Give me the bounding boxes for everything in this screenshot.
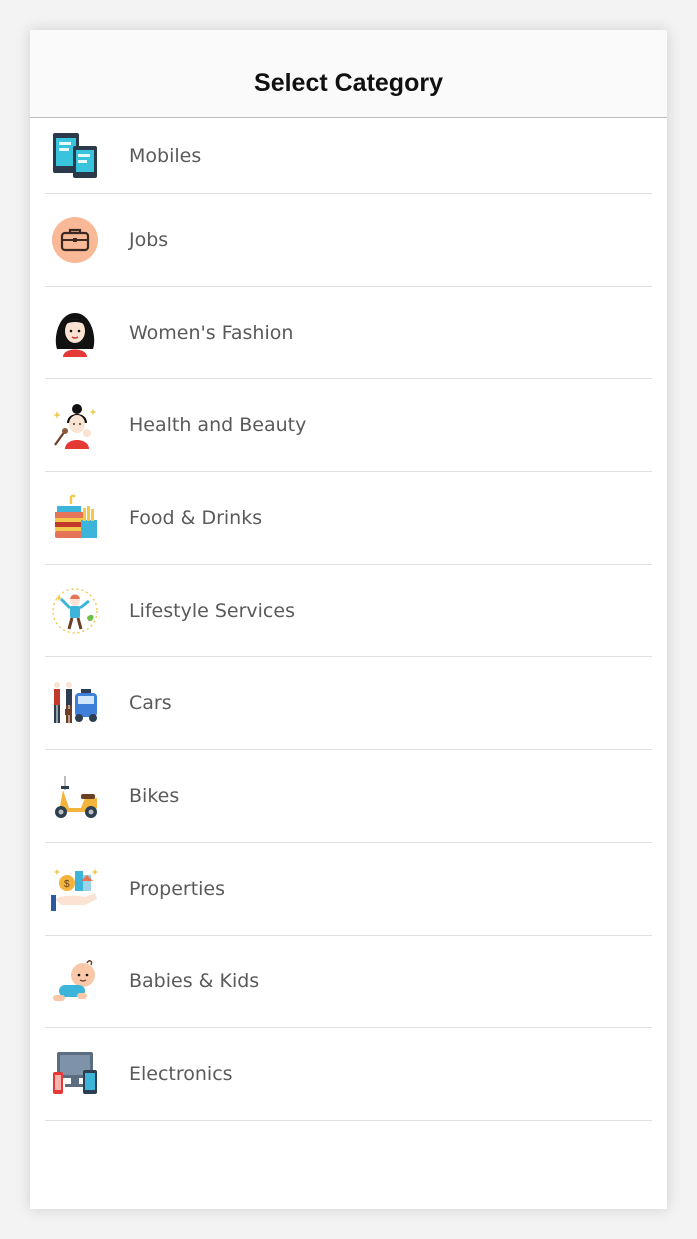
category-item-womens-fashion[interactable]: Women's Fashion bbox=[45, 287, 652, 380]
category-label: Electronics bbox=[129, 1063, 233, 1086]
category-item-food-drinks[interactable]: Food & Drinks bbox=[45, 472, 652, 565]
page-title: Select Category bbox=[254, 68, 443, 97]
category-label: Jobs bbox=[129, 228, 169, 251]
electronics-devices-icon bbox=[51, 1050, 99, 1098]
category-label: Properties bbox=[129, 877, 226, 900]
category-label: Health and Beauty bbox=[129, 414, 307, 437]
category-label: Bikes bbox=[129, 784, 180, 807]
mobile-tablet-icon bbox=[51, 132, 99, 180]
category-list: Mobiles Jobs Women's Fashion Health and … bbox=[30, 118, 667, 1121]
category-label: Women's Fashion bbox=[129, 321, 294, 344]
category-screen: Select Category Mobiles Jobs Women's Fas… bbox=[30, 30, 667, 1209]
car-dealer-icon bbox=[51, 679, 99, 727]
beauty-woman-icon bbox=[51, 401, 99, 450]
category-item-jobs[interactable]: Jobs bbox=[45, 194, 652, 287]
category-label: Mobiles bbox=[129, 144, 202, 167]
property-money-icon: $ bbox=[51, 865, 99, 913]
fastfood-icon bbox=[51, 494, 99, 542]
scooter-icon bbox=[51, 772, 99, 820]
category-item-mobiles[interactable]: Mobiles bbox=[45, 118, 652, 194]
category-label: Lifestyle Services bbox=[129, 599, 295, 622]
category-item-bikes[interactable]: Bikes bbox=[45, 750, 652, 843]
category-item-babies-kids[interactable]: Babies & Kids bbox=[45, 936, 652, 1029]
category-label: Food & Drinks bbox=[129, 506, 263, 529]
lifestyle-person-icon bbox=[51, 587, 99, 635]
header-bar: Select Category bbox=[30, 30, 667, 118]
category-item-lifestyle-services[interactable]: Lifestyle Services bbox=[45, 565, 652, 658]
woman-avatar-icon bbox=[51, 309, 99, 357]
baby-crawling-icon bbox=[51, 957, 99, 1005]
category-label: Babies & Kids bbox=[129, 970, 260, 993]
category-item-cars[interactable]: Cars bbox=[45, 657, 652, 751]
svg-text:$: $ bbox=[64, 879, 70, 890]
category-item-health-beauty[interactable]: Health and Beauty bbox=[45, 379, 652, 473]
category-item-properties[interactable]: $ Properties bbox=[45, 843, 652, 936]
category-item-electronics[interactable]: Electronics bbox=[45, 1028, 652, 1121]
briefcase-icon bbox=[51, 216, 99, 264]
category-label: Cars bbox=[129, 692, 172, 715]
